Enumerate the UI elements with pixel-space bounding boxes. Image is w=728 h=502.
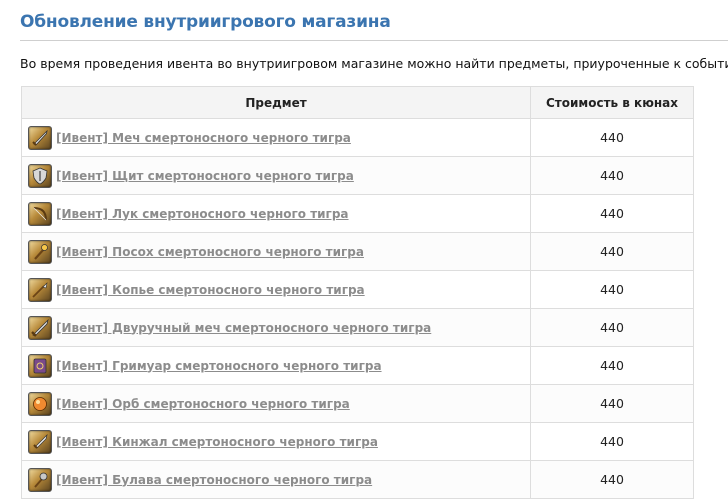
table-row: [Ивент] Орб смертоносного черного тигра 4… [21,384,694,423]
item-link[interactable]: [Ивент] Гримуар смертоносного черного ти… [56,359,382,373]
item-cell-content: [Ивент] Меч смертоносного черного тигра [22,125,530,150]
bow-icon [28,201,52,226]
price-cell: 440 [530,384,694,423]
price-cell: 440 [530,156,694,195]
item-link[interactable]: [Ивент] Двуручный меч смертоносного черн… [56,321,431,335]
grimoire-icon [28,353,52,378]
item-cell: [Ивент] Орб смертоносного черного тигра [21,384,531,423]
shop-items-table: Предмет Стоимость в кюнах [Ивент] Меч см… [21,86,694,499]
shield-icon [28,163,52,188]
price-cell: 440 [530,118,694,157]
item-link[interactable]: [Ивент] Посох смертоносного черного тигр… [56,245,364,259]
table-row: [Ивент] Двуручный меч смертоносного черн… [21,308,694,347]
table-row: [Ивент] Меч смертоносного черного тигра 4… [21,118,694,157]
item-link[interactable]: [Ивент] Булава смертоносного черного тиг… [56,473,372,487]
mace-icon [28,467,52,492]
item-link[interactable]: [Ивент] Лук смертоносного черного тигра [56,207,349,221]
price-cell: 440 [530,232,694,271]
price-cell: 440 [530,308,694,347]
table-row: [Ивент] Булава смертоносного черного тиг… [21,460,694,499]
intro-text: Во время проведения ивента во внутриигро… [20,56,728,71]
greatsword-icon [28,315,52,340]
item-cell: [Ивент] Лук смертоносного черного тигра [21,194,531,233]
item-cell-content: [Ивент] Кинжал смертоносного черного тиг… [22,429,530,454]
table-row: [Ивент] Гримуар смертоносного черного ти… [21,346,694,385]
price-cell: 440 [530,460,694,499]
table-header-row: Предмет Стоимость в кюнах [21,86,694,119]
orb-icon [28,391,52,416]
column-header-price: Стоимость в кюнах [530,86,694,119]
sword-icon [28,125,52,150]
item-link[interactable]: [Ивент] Копье смертоносного черного тигр… [56,283,365,297]
page-title: Обновление внутриигрового магазина [20,12,391,32]
spear-icon [28,277,52,302]
item-link[interactable]: [Ивент] Орб смертоносного черного тигра [56,397,350,411]
item-link[interactable]: [Ивент] Кинжал смертоносного черного тиг… [56,435,378,449]
page-header: Обновление внутриигрового магазина [20,10,728,41]
staff-icon [28,239,52,264]
table-row: [Ивент] Лук смертоносного черного тигра 4… [21,194,694,233]
table-row: [Ивент] Кинжал смертоносного черного тиг… [21,422,694,461]
table-row: [Ивент] Щит смертоносного черного тигра 4… [21,156,694,195]
price-cell: 440 [530,194,694,233]
item-cell-content: [Ивент] Копье смертоносного черного тигр… [22,277,530,302]
item-cell-content: [Ивент] Гримуар смертоносного черного ти… [22,353,530,378]
item-cell: [Ивент] Гримуар смертоносного черного ти… [21,346,531,385]
item-cell-content: [Ивент] Посох смертоносного черного тигр… [22,239,530,264]
item-cell: [Ивент] Посох смертоносного черного тигр… [21,232,531,271]
price-cell: 440 [530,270,694,309]
item-cell: [Ивент] Копье смертоносного черного тигр… [21,270,531,309]
item-cell-content: [Ивент] Булава смертоносного черного тиг… [22,467,530,492]
item-link[interactable]: [Ивент] Щит смертоносного черного тигра [56,169,354,183]
item-cell-content: [Ивент] Двуручный меч смертоносного черн… [22,315,530,340]
item-cell: [Ивент] Булава смертоносного черного тиг… [21,460,531,499]
table-row: [Ивент] Посох смертоносного черного тигр… [21,232,694,271]
item-link[interactable]: [Ивент] Меч смертоносного черного тигра [56,131,351,145]
item-cell-content: [Ивент] Орб смертоносного черного тигра [22,391,530,416]
item-cell-content: [Ивент] Лук смертоносного черного тигра [22,201,530,226]
item-cell-content: [Ивент] Щит смертоносного черного тигра [22,163,530,188]
item-cell: [Ивент] Кинжал смертоносного черного тиг… [21,422,531,461]
item-cell: [Ивент] Двуручный меч смертоносного черн… [21,308,531,347]
item-cell: [Ивент] Меч смертоносного черного тигра [21,118,531,157]
price-cell: 440 [530,422,694,461]
column-header-item: Предмет [21,86,531,119]
dagger-icon [28,429,52,454]
price-cell: 440 [530,346,694,385]
item-cell: [Ивент] Щит смертоносного черного тигра [21,156,531,195]
table-row: [Ивент] Копье смертоносного черного тигр… [21,270,694,309]
